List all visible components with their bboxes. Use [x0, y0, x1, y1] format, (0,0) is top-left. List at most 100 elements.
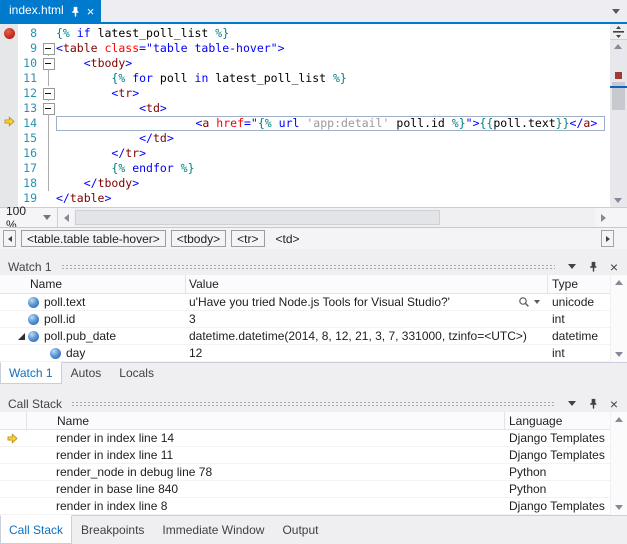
scroll-down-icon[interactable]: [614, 198, 622, 203]
tab-watch-1[interactable]: Watch 1: [0, 362, 62, 384]
pin-icon[interactable]: [585, 259, 601, 274]
splitter-grip-icon[interactable]: [610, 24, 627, 40]
watch-title-bar[interactable]: Watch 1 ×: [0, 258, 627, 275]
code-line[interactable]: 12 <tr>: [0, 86, 610, 101]
panel-splitter[interactable]: [0, 249, 627, 258]
breakpoint-margin[interactable]: [0, 86, 18, 101]
frame-name: render in base line 840: [26, 482, 505, 496]
column-header-type[interactable]: Type: [548, 275, 610, 293]
close-icon[interactable]: ×: [606, 259, 622, 274]
code-line[interactable]: 8{% if latest_poll_list %}: [0, 26, 610, 41]
callstack-row[interactable]: render in base line 840Python: [0, 481, 610, 498]
tab-output[interactable]: Output: [273, 516, 327, 544]
code-editor[interactable]: 8{% if latest_poll_list %}9<table class=…: [0, 24, 627, 207]
breakpoint-margin[interactable]: [0, 41, 18, 56]
path-scroll-right-icon[interactable]: [601, 230, 614, 247]
callstack-row[interactable]: render in index line 8Django Templates: [0, 498, 610, 515]
line-number: 12: [18, 86, 42, 101]
scroll-down-icon[interactable]: [615, 505, 623, 510]
element-path-item[interactable]: <tr>: [231, 230, 264, 247]
breakpoint-margin[interactable]: [0, 101, 18, 116]
breakpoint-margin[interactable]: [0, 131, 18, 146]
chevron-down-icon[interactable]: [534, 300, 540, 304]
code-line[interactable]: 16 </tr>: [0, 146, 610, 161]
column-header-language[interactable]: Language: [505, 412, 610, 429]
element-path-items: <table.table table-hover> <tbody> <tr> <td>: [21, 230, 306, 247]
scroll-up-icon[interactable]: [615, 280, 623, 285]
code-line[interactable]: 17 {% endfor %}: [0, 161, 610, 176]
breakpoint-icon[interactable]: [4, 28, 15, 39]
editor-horizontal-scrollbar[interactable]: [74, 208, 595, 227]
code-line[interactable]: 10 <tbody>: [0, 56, 610, 71]
code-line[interactable]: 19</table>: [0, 191, 610, 206]
zoom-select[interactable]: 100 %: [0, 208, 58, 227]
breakpoint-margin[interactable]: [0, 161, 18, 176]
window-position-chevron-down-icon[interactable]: [564, 396, 580, 411]
close-icon[interactable]: ×: [87, 5, 95, 18]
column-header-value[interactable]: Value: [186, 275, 548, 293]
magnifier-icon[interactable]: [518, 296, 540, 308]
tab-immediate-window[interactable]: Immediate Window: [153, 516, 273, 544]
scroll-right-icon[interactable]: [595, 208, 611, 227]
element-path-item[interactable]: <td>: [270, 230, 306, 247]
fold-collapse-icon[interactable]: [42, 56, 56, 71]
watch-name-cell: day: [0, 346, 186, 360]
fold-collapse-icon[interactable]: [42, 86, 56, 101]
tab-autos[interactable]: Autos: [62, 363, 111, 384]
expander-open-icon[interactable]: [16, 330, 28, 342]
pin-icon[interactable]: [71, 6, 80, 17]
fold-collapse-icon[interactable]: [42, 101, 56, 116]
breakpoint-margin[interactable]: [0, 176, 18, 191]
watch-row[interactable]: poll.textu'Have you tried Node.js Tools …: [0, 294, 610, 311]
scroll-left-icon[interactable]: [58, 208, 74, 227]
breakpoint-margin[interactable]: [0, 146, 18, 161]
callstack-title-bar[interactable]: Call Stack ×: [0, 395, 627, 412]
frame-name: render_node in debug line 78: [26, 465, 505, 479]
tab-locals[interactable]: Locals: [110, 363, 163, 384]
watch-row[interactable]: day12int: [0, 345, 610, 362]
watch-row[interactable]: poll.pub_datedatetime.datetime(2014, 8, …: [0, 328, 610, 345]
current-statement-margin[interactable]: [0, 116, 18, 131]
editor-vertical-scrollbar[interactable]: [610, 24, 627, 207]
window-position-chevron-down-icon[interactable]: [564, 259, 580, 274]
path-scroll-left-icon[interactable]: [3, 230, 16, 247]
watch-title: Watch 1: [8, 260, 52, 274]
code-line[interactable]: 18 </tbody>: [0, 176, 610, 191]
document-tab-index-html[interactable]: index.html ×: [0, 0, 101, 22]
tab-list-chevron-down-icon[interactable]: [612, 9, 620, 14]
panel-splitter[interactable]: [0, 384, 627, 395]
breakpoint-margin[interactable]: [0, 191, 18, 206]
callstack-row[interactable]: render_node in debug line 78Python: [0, 464, 610, 481]
watch-row[interactable]: poll.id3int: [0, 311, 610, 328]
fold-guide: [42, 191, 56, 206]
code-line[interactable]: 15 </td>: [0, 131, 610, 146]
tab-breakpoints[interactable]: Breakpoints: [72, 516, 153, 544]
tab-call-stack[interactable]: Call Stack: [0, 515, 72, 544]
watch-value: 3: [186, 312, 548, 326]
callstack-row[interactable]: render in index line 11Django Templates: [0, 447, 610, 464]
scrollbar-thumb[interactable]: [75, 210, 440, 225]
code-line[interactable]: 14 <a href="{% url 'app:detail' poll.id …: [0, 116, 610, 131]
code-line[interactable]: 11 {% for poll in latest_poll_list %}: [0, 71, 610, 86]
code-line[interactable]: 9<table class="table table-hover">: [0, 41, 610, 56]
callstack-scrollbar[interactable]: [610, 412, 627, 515]
column-header-name[interactable]: Name: [26, 412, 505, 429]
code-text: <table class="table table-hover">: [56, 41, 610, 56]
watch-scrollbar[interactable]: [610, 275, 627, 362]
close-icon[interactable]: ×: [606, 396, 622, 411]
fold-collapse-icon[interactable]: [42, 41, 56, 56]
fold-guide: [42, 71, 56, 86]
scroll-up-icon[interactable]: [614, 44, 622, 49]
breakpoint-margin[interactable]: [0, 71, 18, 86]
code-line[interactable]: 13 <td>: [0, 101, 610, 116]
column-header-name[interactable]: Name: [0, 275, 186, 293]
pin-icon[interactable]: [585, 396, 601, 411]
element-path-item[interactable]: <tbody>: [171, 230, 226, 247]
vs-debug-window: index.html × 8{% if latest_poll_list %}9…: [0, 0, 627, 544]
breakpoint-margin[interactable]: [0, 26, 18, 41]
breakpoint-margin[interactable]: [0, 56, 18, 71]
callstack-row[interactable]: render in index line 14Django Templates: [0, 430, 610, 447]
scroll-down-icon[interactable]: [615, 352, 623, 357]
element-path-item[interactable]: <table.table table-hover>: [21, 230, 166, 247]
scroll-up-icon[interactable]: [615, 417, 623, 422]
